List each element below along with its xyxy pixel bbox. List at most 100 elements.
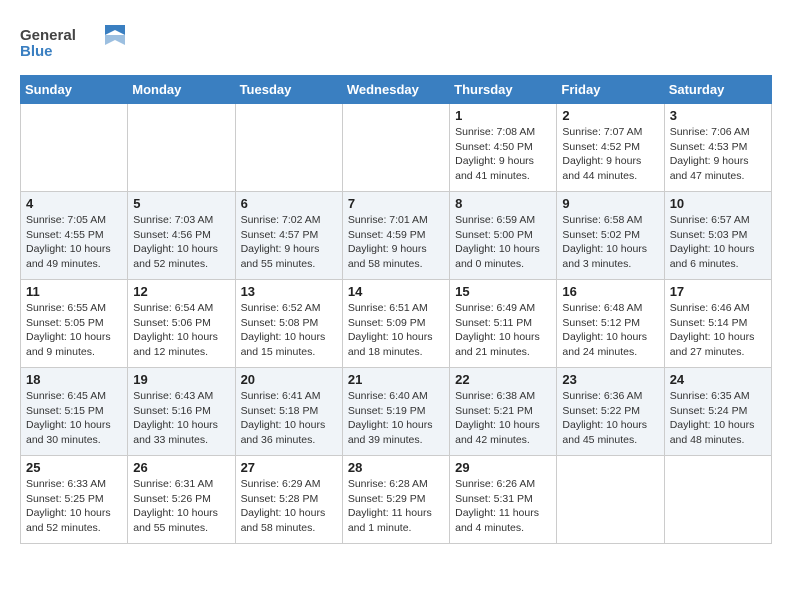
day-number: 22 xyxy=(455,372,551,387)
day-number: 16 xyxy=(562,284,658,299)
day-number: 13 xyxy=(241,284,337,299)
calendar-cell: 6Sunrise: 7:02 AMSunset: 4:57 PMDaylight… xyxy=(235,192,342,280)
day-number: 21 xyxy=(348,372,444,387)
calendar-cell: 2Sunrise: 7:07 AMSunset: 4:52 PMDaylight… xyxy=(557,104,664,192)
weekday-header-tuesday: Tuesday xyxy=(235,76,342,104)
calendar-cell: 27Sunrise: 6:29 AMSunset: 5:28 PMDayligh… xyxy=(235,456,342,544)
day-info: Sunrise: 6:41 AMSunset: 5:18 PMDaylight:… xyxy=(241,389,337,448)
day-number: 26 xyxy=(133,460,229,475)
calendar-cell: 28 Sunrise: 6:28 AMSunset: 5:29 PMDayligh… xyxy=(342,456,449,544)
day-number: 11 xyxy=(26,284,122,299)
calendar-week-5: 25Sunrise: 6:33 AMSunset: 5:25 PMDayligh… xyxy=(21,456,772,544)
svg-text:General: General xyxy=(20,27,76,44)
calendar-cell xyxy=(21,104,128,192)
day-info: Sunrise: 7:06 AMSunset: 4:53 PMDaylight:… xyxy=(670,125,766,184)
day-number: 3 xyxy=(670,108,766,123)
day-info: Sunrise: 6:43 AMSunset: 5:16 PMDaylight:… xyxy=(133,389,229,448)
day-info: Sunrise: 6:59 AMSunset: 5:00 PMDaylight:… xyxy=(455,213,551,272)
day-info: Sunrise: 6:40 AMSunset: 5:19 PMDaylight:… xyxy=(348,389,444,448)
day-info: Sunrise: 7:08 AMSunset: 4:50 PMDaylight:… xyxy=(455,125,551,184)
day-info: Sunrise: 6:29 AMSunset: 5:28 PMDaylight:… xyxy=(241,477,337,536)
day-number: 14 xyxy=(348,284,444,299)
calendar-cell: 16Sunrise: 6:48 AMSunset: 5:12 PMDayligh… xyxy=(557,280,664,368)
day-info: Sunrise: 6:38 AMSunset: 5:21 PMDaylight:… xyxy=(455,389,551,448)
calendar-cell: 20 Sunrise: 6:41 AMSunset: 5:18 PMDayligh… xyxy=(235,368,342,456)
calendar-cell: 17 Sunrise: 6:46 AMSunset: 5:14 PMDayligh… xyxy=(664,280,771,368)
day-number: 25 xyxy=(26,460,122,475)
calendar-cell: 7 Sunrise: 7:01 AMSunset: 4:59 PMDaylight… xyxy=(342,192,449,280)
calendar-week-2: 4 Sunrise: 7:05 AMSunset: 4:55 PMDaylight… xyxy=(21,192,772,280)
day-number: 7 xyxy=(348,196,444,211)
day-info: Sunrise: 7:03 AMSunset: 4:56 PMDaylight:… xyxy=(133,213,229,272)
calendar-cell: 25Sunrise: 6:33 AMSunset: 5:25 PMDayligh… xyxy=(21,456,128,544)
calendar-cell: 24 Sunrise: 6:35 AMSunset: 5:24 PMDayligh… xyxy=(664,368,771,456)
calendar-cell xyxy=(664,456,771,544)
day-info: Sunrise: 6:51 AMSunset: 5:09 PMDaylight:… xyxy=(348,301,444,360)
day-info: Sunrise: 6:28 AMSunset: 5:29 PMDaylight:… xyxy=(348,477,444,536)
day-info: Sunrise: 6:35 AMSunset: 5:24 PMDaylight:… xyxy=(670,389,766,448)
day-number: 1 xyxy=(455,108,551,123)
calendar-cell xyxy=(128,104,235,192)
weekday-header-friday: Friday xyxy=(557,76,664,104)
calendar-cell: 1 Sunrise: 7:08 AMSunset: 4:50 PMDaylight… xyxy=(450,104,557,192)
day-number: 6 xyxy=(241,196,337,211)
day-number: 8 xyxy=(455,196,551,211)
day-info: Sunrise: 6:26 AMSunset: 5:31 PMDaylight:… xyxy=(455,477,551,536)
day-info: Sunrise: 6:46 AMSunset: 5:14 PMDaylight:… xyxy=(670,301,766,360)
calendar-cell: 14 Sunrise: 6:51 AMSunset: 5:09 PMDayligh… xyxy=(342,280,449,368)
calendar-cell xyxy=(342,104,449,192)
day-info: Sunrise: 6:52 AMSunset: 5:08 PMDaylight:… xyxy=(241,301,337,360)
calendar-cell xyxy=(557,456,664,544)
day-number: 19 xyxy=(133,372,229,387)
day-number: 20 xyxy=(241,372,337,387)
calendar-cell: 26 Sunrise: 6:31 AMSunset: 5:26 PMDayligh… xyxy=(128,456,235,544)
day-info: Sunrise: 7:07 AMSunset: 4:52 PMDaylight:… xyxy=(562,125,658,184)
weekday-header-row: SundayMondayTuesdayWednesdayThursdayFrid… xyxy=(21,76,772,104)
calendar-cell: 23 Sunrise: 6:36 AMSunset: 5:22 PMDayligh… xyxy=(557,368,664,456)
day-number: 4 xyxy=(26,196,122,211)
weekday-header-saturday: Saturday xyxy=(664,76,771,104)
day-number: 18 xyxy=(26,372,122,387)
day-number: 10 xyxy=(670,196,766,211)
day-info: Sunrise: 6:49 AMSunset: 5:11 PMDaylight:… xyxy=(455,301,551,360)
day-number: 15 xyxy=(455,284,551,299)
day-number: 9 xyxy=(562,196,658,211)
weekday-header-monday: Monday xyxy=(128,76,235,104)
day-info: Sunrise: 6:31 AMSunset: 5:26 PMDaylight:… xyxy=(133,477,229,536)
day-number: 5 xyxy=(133,196,229,211)
calendar-cell: 10 Sunrise: 6:57 AMSunset: 5:03 PMDayligh… xyxy=(664,192,771,280)
day-info: Sunrise: 7:05 AMSunset: 4:55 PMDaylight:… xyxy=(26,213,122,272)
day-info: Sunrise: 7:01 AMSunset: 4:59 PMDaylight:… xyxy=(348,213,444,272)
day-number: 23 xyxy=(562,372,658,387)
calendar-cell: 9 Sunrise: 6:58 AMSunset: 5:02 PMDaylight… xyxy=(557,192,664,280)
calendar-week-4: 18 Sunrise: 6:45 AMSunset: 5:15 PMDayligh… xyxy=(21,368,772,456)
calendar-cell: 22 Sunrise: 6:38 AMSunset: 5:21 PMDayligh… xyxy=(450,368,557,456)
day-number: 28 xyxy=(348,460,444,475)
day-info: Sunrise: 6:36 AMSunset: 5:22 PMDaylight:… xyxy=(562,389,658,448)
day-number: 24 xyxy=(670,372,766,387)
calendar-week-1: 1 Sunrise: 7:08 AMSunset: 4:50 PMDaylight… xyxy=(21,104,772,192)
calendar-week-3: 11 Sunrise: 6:55 AMSunset: 5:05 PMDayligh… xyxy=(21,280,772,368)
calendar-cell: 15 Sunrise: 6:49 AMSunset: 5:11 PMDayligh… xyxy=(450,280,557,368)
calendar-table: SundayMondayTuesdayWednesdayThursdayFrid… xyxy=(20,75,772,544)
day-info: Sunrise: 6:45 AMSunset: 5:15 PMDaylight:… xyxy=(26,389,122,448)
calendar-cell: 12 Sunrise: 6:54 AMSunset: 5:06 PMDayligh… xyxy=(128,280,235,368)
day-number: 12 xyxy=(133,284,229,299)
calendar-cell: 11 Sunrise: 6:55 AMSunset: 5:05 PMDayligh… xyxy=(21,280,128,368)
calendar-cell: 5 Sunrise: 7:03 AMSunset: 4:56 PMDaylight… xyxy=(128,192,235,280)
weekday-header-sunday: Sunday xyxy=(21,76,128,104)
day-number: 17 xyxy=(670,284,766,299)
logo: General Blue xyxy=(20,20,130,65)
day-info: Sunrise: 6:57 AMSunset: 5:03 PMDaylight:… xyxy=(670,213,766,272)
day-info: Sunrise: 6:54 AMSunset: 5:06 PMDaylight:… xyxy=(133,301,229,360)
calendar-cell: 19 Sunrise: 6:43 AMSunset: 5:16 PMDayligh… xyxy=(128,368,235,456)
day-info: Sunrise: 6:58 AMSunset: 5:02 PMDaylight:… xyxy=(562,213,658,272)
day-number: 29 xyxy=(455,460,551,475)
calendar-cell: 13 Sunrise: 6:52 AMSunset: 5:08 PMDayligh… xyxy=(235,280,342,368)
calendar-cell: 3 Sunrise: 7:06 AMSunset: 4:53 PMDaylight… xyxy=(664,104,771,192)
calendar-cell: 18 Sunrise: 6:45 AMSunset: 5:15 PMDayligh… xyxy=(21,368,128,456)
day-info: Sunrise: 6:55 AMSunset: 5:05 PMDaylight:… xyxy=(26,301,122,360)
svg-text:Blue: Blue xyxy=(20,43,53,60)
calendar-cell: 29 Sunrise: 6:26 AMSunset: 5:31 PMDayligh… xyxy=(450,456,557,544)
calendar-cell: 8 Sunrise: 6:59 AMSunset: 5:00 PMDaylight… xyxy=(450,192,557,280)
